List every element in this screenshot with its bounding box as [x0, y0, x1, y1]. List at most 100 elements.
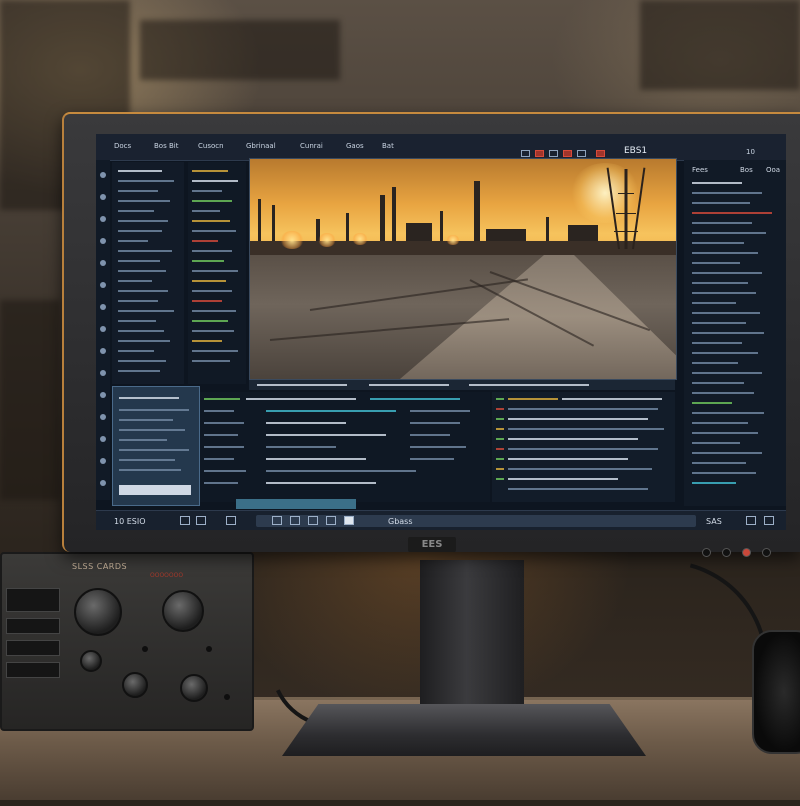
menu-item-cunrai[interactable]: Cunrai: [300, 142, 323, 150]
menu-item-docs[interactable]: Docs: [114, 142, 131, 150]
tool-icon[interactable]: [100, 260, 106, 266]
monitor-control-button[interactable]: [762, 548, 771, 557]
tool-icon[interactable]: [100, 216, 106, 222]
dialog-button[interactable]: [119, 485, 191, 495]
panel-row[interactable]: [118, 360, 166, 362]
inspector-row[interactable]: [692, 482, 736, 484]
menu-item-cusocn[interactable]: Cusocn: [198, 142, 224, 150]
panel-row[interactable]: [118, 200, 170, 202]
device-knob[interactable]: [74, 588, 122, 636]
inspector-row[interactable]: [692, 382, 744, 384]
toolbar-icon[interactable]: [549, 150, 558, 157]
inspector-row[interactable]: [692, 362, 738, 364]
inspector-row[interactable]: [692, 412, 764, 414]
inspector-row[interactable]: [692, 212, 772, 214]
tool-icon[interactable]: [100, 458, 106, 464]
status-icon[interactable]: [290, 516, 300, 525]
inspector-row[interactable]: [692, 292, 756, 294]
panel-row[interactable]: [192, 200, 232, 202]
panel-row[interactable]: [192, 280, 226, 282]
panel-row[interactable]: [118, 340, 170, 342]
menu-item-bos-bit[interactable]: Bos Bit: [154, 142, 178, 150]
status-icon[interactable]: [746, 516, 756, 525]
inspector-row[interactable]: [692, 352, 758, 354]
device-knob[interactable]: [180, 674, 208, 702]
panel-row[interactable]: [192, 330, 234, 332]
panel-row[interactable]: [118, 220, 168, 222]
panel-row[interactable]: [118, 320, 156, 322]
inspector-row[interactable]: [692, 372, 762, 374]
panel-row[interactable]: [118, 310, 174, 312]
panel-row[interactable]: [118, 210, 154, 212]
device-knob[interactable]: [80, 650, 102, 672]
panel-row[interactable]: [192, 240, 218, 242]
device-knob[interactable]: [122, 672, 148, 698]
inspector-row[interactable]: [692, 472, 756, 474]
status-icon[interactable]: [308, 516, 318, 525]
panel-row[interactable]: [192, 360, 230, 362]
tool-icon[interactable]: [100, 392, 106, 398]
tool-icon[interactable]: [100, 370, 106, 376]
panel-row[interactable]: [192, 310, 236, 312]
tool-icon[interactable]: [100, 172, 106, 178]
tool-icon[interactable]: [100, 480, 106, 486]
panel-row[interactable]: [118, 170, 162, 172]
panel-row[interactable]: [192, 210, 220, 212]
tool-icon[interactable]: [100, 348, 106, 354]
record-icon[interactable]: [596, 150, 605, 157]
status-icon[interactable]: [226, 516, 236, 525]
inspector-row[interactable]: [692, 282, 748, 284]
inspector-row[interactable]: [692, 222, 752, 224]
panel-row[interactable]: [192, 320, 228, 322]
menu-item-bat[interactable]: Bat: [382, 142, 394, 150]
panel-row[interactable]: [118, 250, 172, 252]
tool-icon[interactable]: [100, 238, 106, 244]
panel-row[interactable]: [118, 350, 154, 352]
inspector-row[interactable]: [692, 402, 732, 404]
device-knob[interactable]: [162, 590, 204, 632]
menu-item-gbrinaal[interactable]: Gbrinaal: [246, 142, 276, 150]
panel-row[interactable]: [118, 280, 152, 282]
record-icon[interactable]: [563, 150, 572, 157]
tool-icon[interactable]: [100, 282, 106, 288]
panel-row[interactable]: [192, 260, 224, 262]
tool-icon[interactable]: [100, 436, 106, 442]
panel-row[interactable]: [118, 330, 164, 332]
panel-row[interactable]: [118, 180, 174, 182]
inspector-row[interactable]: [692, 272, 762, 274]
inspector-row[interactable]: [692, 422, 748, 424]
image-viewer[interactable]: [249, 158, 677, 380]
inspector-row[interactable]: [692, 192, 762, 194]
inspector-row[interactable]: [692, 322, 746, 324]
inspector-row[interactable]: [692, 182, 742, 184]
inspector-row[interactable]: [692, 392, 754, 394]
panel-row[interactable]: [118, 260, 160, 262]
tool-icon[interactable]: [100, 326, 106, 332]
panel-row[interactable]: [118, 290, 168, 292]
tool-icon[interactable]: [100, 304, 106, 310]
panel-row[interactable]: [192, 230, 236, 232]
status-icon[interactable]: [180, 516, 190, 525]
panel-row[interactable]: [192, 350, 238, 352]
monitor-control-button[interactable]: [722, 548, 731, 557]
panel-row[interactable]: [192, 340, 222, 342]
status-icon[interactable]: [196, 516, 206, 525]
selection-strip[interactable]: [236, 499, 356, 509]
inspector-row[interactable]: [692, 232, 766, 234]
panel-row[interactable]: [118, 300, 158, 302]
inspector-row[interactable]: [692, 452, 762, 454]
panel-row[interactable]: [118, 240, 148, 242]
panel-row[interactable]: [118, 230, 162, 232]
inspector-row[interactable]: [692, 262, 740, 264]
inspector-row[interactable]: [692, 312, 760, 314]
panel-row[interactable]: [192, 190, 222, 192]
panel-row[interactable]: [192, 170, 228, 172]
panel-row[interactable]: [192, 270, 238, 272]
record-icon[interactable]: [535, 150, 544, 157]
inspector-row[interactable]: [692, 242, 744, 244]
inspector-row[interactable]: [692, 302, 736, 304]
inspector-row[interactable]: [692, 202, 750, 204]
monitor-power-button[interactable]: [742, 548, 751, 557]
panel-row[interactable]: [118, 270, 166, 272]
tool-icon[interactable]: [100, 414, 106, 420]
